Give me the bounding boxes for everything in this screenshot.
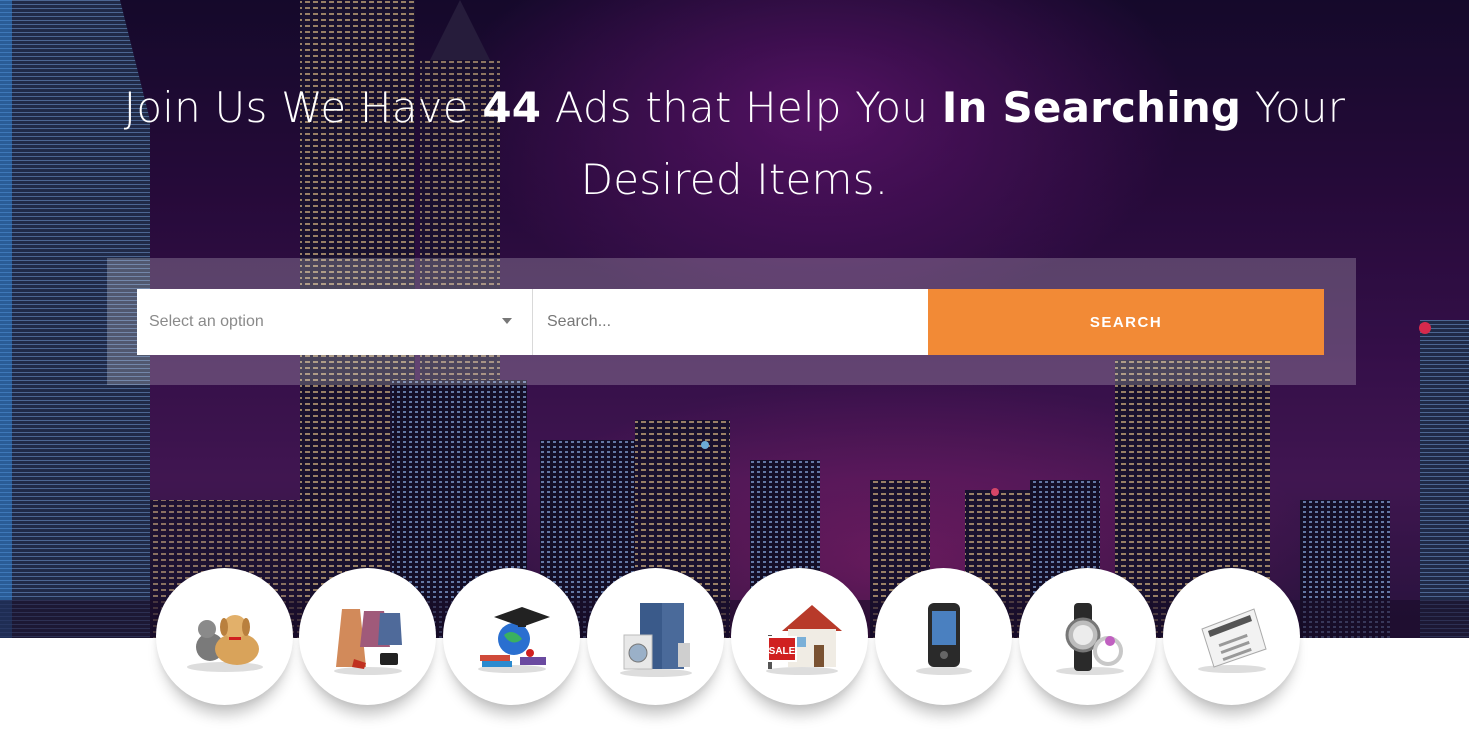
pets-icon: [186, 614, 263, 672]
category-row: SALE: [0, 568, 1469, 755]
svg-text:SALE: SALE: [768, 646, 795, 657]
category-select[interactable]: Select an option: [137, 289, 533, 355]
category-appliances[interactable]: [587, 568, 724, 705]
category-newspapers[interactable]: [1163, 568, 1300, 705]
clothing-icon: [333, 608, 402, 675]
appliances-icon: [619, 602, 692, 677]
category-clothing[interactable]: [299, 568, 436, 705]
category-select-placeholder: Select an option: [149, 313, 264, 330]
chevron-down-icon: [502, 318, 512, 324]
category-education[interactable]: [443, 568, 580, 705]
category-mobile-phones[interactable]: [875, 568, 1012, 705]
real-estate-icon: SALE: [765, 604, 842, 675]
headline-bold: In Searching: [941, 83, 1242, 132]
headline-text-2: Ads that Help You: [541, 83, 942, 132]
headline-line-2: Desired Items.: [580, 155, 889, 204]
headline-text-1: Join Us We Have: [123, 83, 483, 132]
ads-count: 44: [482, 83, 542, 132]
search-button[interactable]: SEARCH: [928, 289, 1324, 355]
hero-headline: Join Us We Have 44 Ads that Help You In …: [0, 72, 1469, 216]
headline-text-3: Your: [1241, 83, 1346, 132]
newspaper-icon: [1197, 607, 1267, 673]
search-input[interactable]: [533, 289, 928, 355]
category-jewelry-watches[interactable]: [1019, 568, 1156, 705]
jewelry-watch-icon: [1055, 602, 1124, 675]
category-real-estate[interactable]: SALE: [731, 568, 868, 705]
category-pets[interactable]: [156, 568, 293, 705]
mobile-phone-icon: [915, 602, 972, 675]
education-icon: [477, 606, 550, 673]
